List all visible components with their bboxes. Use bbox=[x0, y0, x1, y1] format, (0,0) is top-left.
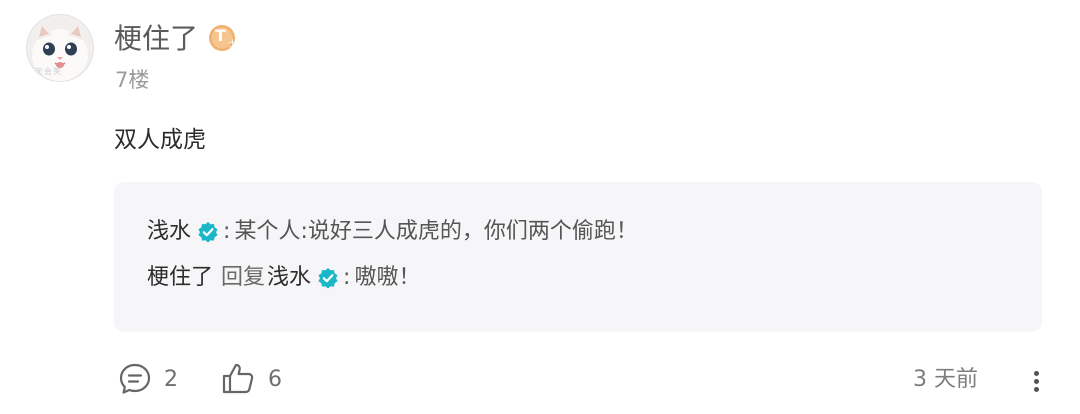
floor-number: 7楼 bbox=[115, 68, 150, 92]
comment-bubble-icon bbox=[119, 363, 151, 394]
badge-sub: 士 bbox=[228, 40, 238, 50]
comment-time: 3 天前 bbox=[913, 367, 978, 392]
reply-separator: : bbox=[223, 219, 231, 244]
level-badge-icon: T 士 bbox=[208, 23, 238, 53]
reply-item[interactable]: 浅水 : 某个人:说好三人成虎的，你们两个偷跑！ bbox=[147, 216, 638, 248]
like-count: 6 bbox=[268, 366, 282, 392]
reply-item[interactable]: 梗住了 回复 浅水 : 嗷嗷！ bbox=[147, 262, 420, 294]
reply-label: 回复 bbox=[221, 265, 266, 290]
reply-button[interactable]: 2 bbox=[118, 356, 178, 402]
reply-separator: : bbox=[343, 265, 351, 290]
reply-count: 2 bbox=[164, 366, 178, 392]
reply-text: 嗷嗷！ bbox=[354, 265, 421, 290]
verified-check-icon bbox=[318, 268, 338, 289]
avatar-caption: 天会笑 bbox=[35, 67, 62, 76]
reply-thread[interactable]: 浅水 : 某个人:说好三人成虎的，你们两个偷跑！ 梗住了 回复 浅水 : 嗷嗷！ bbox=[114, 182, 1042, 332]
comment-username[interactable]: 梗住了 bbox=[114, 20, 198, 58]
badge-letter: T bbox=[215, 26, 226, 45]
reply-author[interactable]: 浅水 bbox=[147, 216, 191, 248]
verified-check-icon bbox=[198, 222, 218, 243]
like-button[interactable]: 6 bbox=[220, 356, 282, 402]
reply-author[interactable]: 梗住了 bbox=[147, 262, 213, 294]
thumbs-up-icon bbox=[222, 363, 254, 394]
comment-content: 双人成虎 bbox=[114, 127, 206, 153]
reply-to-user[interactable]: 浅水 bbox=[267, 262, 311, 294]
reply-text: 某个人:说好三人成虎的，你们两个偷跑！ bbox=[234, 219, 638, 244]
avatar[interactable]: 天会笑 bbox=[26, 14, 94, 82]
more-vertical-icon[interactable] bbox=[1026, 364, 1046, 396]
